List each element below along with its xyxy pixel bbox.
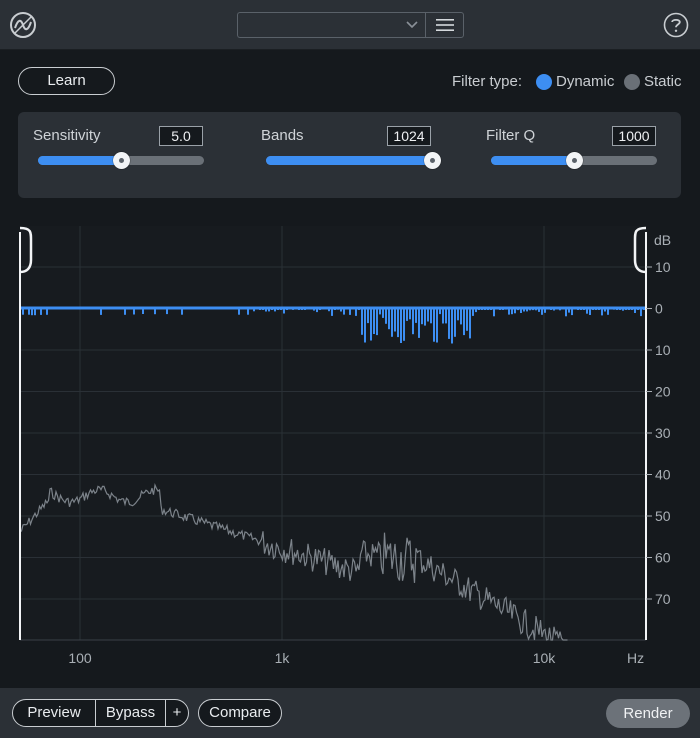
bypass-button[interactable]: Bypass bbox=[95, 699, 166, 727]
filter-type-label: Filter type: bbox=[452, 73, 523, 90]
reduction-bar bbox=[367, 308, 369, 324]
reduction-bar bbox=[361, 308, 363, 335]
db-tick-label: 70 bbox=[655, 591, 671, 607]
bands-label: Bands bbox=[261, 127, 304, 144]
bands-value-field[interactable]: 1024 bbox=[387, 126, 431, 146]
filter-type-static-label[interactable]: Static bbox=[644, 73, 682, 90]
preview-button[interactable]: Preview bbox=[12, 699, 96, 727]
db-tick-label: 20 bbox=[655, 384, 671, 400]
reduction-bar bbox=[469, 308, 471, 339]
reduction-bar bbox=[424, 308, 426, 326]
reduction-bar bbox=[409, 308, 411, 320]
reduction-bar bbox=[388, 308, 390, 330]
add-bypass-button[interactable]: + bbox=[165, 699, 189, 727]
reduction-bar bbox=[421, 308, 423, 325]
help-icon[interactable] bbox=[663, 12, 689, 38]
reduction-bar bbox=[460, 308, 462, 325]
bands-slider-knob[interactable] bbox=[424, 152, 441, 169]
hz-unit-label: Hz bbox=[627, 650, 644, 666]
render-button[interactable]: Render bbox=[606, 699, 690, 728]
hz-tick-label: 1k bbox=[275, 650, 291, 666]
reduction-bar bbox=[364, 308, 366, 343]
db-tick-label: 50 bbox=[655, 508, 671, 524]
reduction-bar bbox=[463, 308, 465, 336]
db-unit-label: dB bbox=[654, 232, 671, 248]
reduction-bar bbox=[430, 308, 432, 324]
db-tick-label: 30 bbox=[655, 425, 671, 441]
reduction-bar bbox=[394, 308, 396, 332]
sensitivity-label: Sensitivity bbox=[33, 127, 101, 144]
bands-slider[interactable] bbox=[266, 152, 441, 169]
reduction-bar bbox=[403, 308, 405, 341]
controls-panel: Sensitivity 5.0 Bands 1024 Filter Q 1000 bbox=[18, 112, 681, 198]
reduction-bar bbox=[442, 308, 444, 324]
sensitivity-control: Sensitivity 5.0 bbox=[18, 112, 238, 198]
reduction-bar bbox=[433, 308, 435, 342]
sensitivity-slider[interactable] bbox=[38, 152, 204, 169]
top-bar bbox=[0, 0, 700, 50]
reduction-bar bbox=[385, 308, 387, 324]
reduction-bar bbox=[418, 308, 420, 338]
reduction-bar bbox=[427, 308, 429, 322]
filter-q-slider[interactable] bbox=[491, 152, 657, 169]
filter-q-value-field[interactable]: 1000 bbox=[612, 126, 656, 146]
preset-menu-button[interactable] bbox=[425, 12, 464, 38]
filter-q-label: Filter Q bbox=[486, 127, 536, 144]
db-axis: 10 0 10 20 30 40 50 60 70 bbox=[646, 259, 671, 607]
reduction-bar bbox=[436, 308, 438, 343]
reduction-bar bbox=[466, 308, 468, 331]
reduction-bar bbox=[406, 308, 408, 321]
hz-tick-label: 100 bbox=[68, 650, 92, 666]
hz-tick-label: 10k bbox=[533, 650, 557, 666]
bands-slider-fill bbox=[266, 156, 432, 165]
reduction-bar bbox=[448, 308, 450, 339]
db-tick-label: 40 bbox=[655, 467, 671, 483]
footer-bar: Preview Bypass + Compare Render bbox=[0, 688, 700, 738]
tone-logo-icon[interactable] bbox=[9, 11, 37, 39]
hamburger-icon bbox=[436, 19, 454, 31]
reduction-bar bbox=[373, 308, 375, 334]
sensitivity-slider-knob[interactable] bbox=[113, 152, 130, 169]
reduction-bar bbox=[451, 308, 453, 344]
db-tick-label: 10 bbox=[655, 259, 671, 275]
sensitivity-value-field[interactable]: 5.0 bbox=[159, 126, 203, 146]
reduction-bar bbox=[412, 308, 414, 335]
filter-q-slider-fill bbox=[491, 156, 574, 165]
db-tick-label: 10 bbox=[655, 342, 671, 358]
filter-type-dynamic-radio[interactable] bbox=[536, 74, 552, 90]
reduction-bar bbox=[454, 308, 456, 337]
reduction-bar bbox=[415, 308, 417, 323]
spectrum-graph[interactable]: dB 10010203040506070 100 1k 10k Hz bbox=[0, 224, 700, 672]
bands-control: Bands 1024 bbox=[246, 112, 466, 198]
chevron-down-icon bbox=[406, 21, 418, 29]
reduction-bar bbox=[370, 308, 372, 341]
filter-q-control: Filter Q 1000 bbox=[471, 112, 681, 198]
filter-type-static-radio[interactable] bbox=[624, 74, 640, 90]
learn-button[interactable]: Learn bbox=[18, 67, 115, 95]
reduction-bar bbox=[397, 308, 399, 338]
reduction-bar bbox=[400, 308, 402, 343]
reduction-bar bbox=[376, 308, 378, 336]
compare-button[interactable]: Compare bbox=[198, 699, 282, 727]
db-tick-label: 60 bbox=[655, 550, 671, 566]
filter-q-slider-knob[interactable] bbox=[566, 152, 583, 169]
reduction-bar bbox=[457, 308, 459, 321]
reduction-bar bbox=[445, 308, 447, 324]
sensitivity-slider-fill bbox=[38, 156, 121, 165]
db-tick-label: 0 bbox=[655, 301, 663, 317]
reduction-bar bbox=[391, 308, 393, 337]
preset-dropdown[interactable] bbox=[237, 12, 425, 38]
filter-type-dynamic-label[interactable]: Dynamic bbox=[556, 73, 614, 90]
hz-axis: 100 1k 10k bbox=[68, 650, 556, 666]
